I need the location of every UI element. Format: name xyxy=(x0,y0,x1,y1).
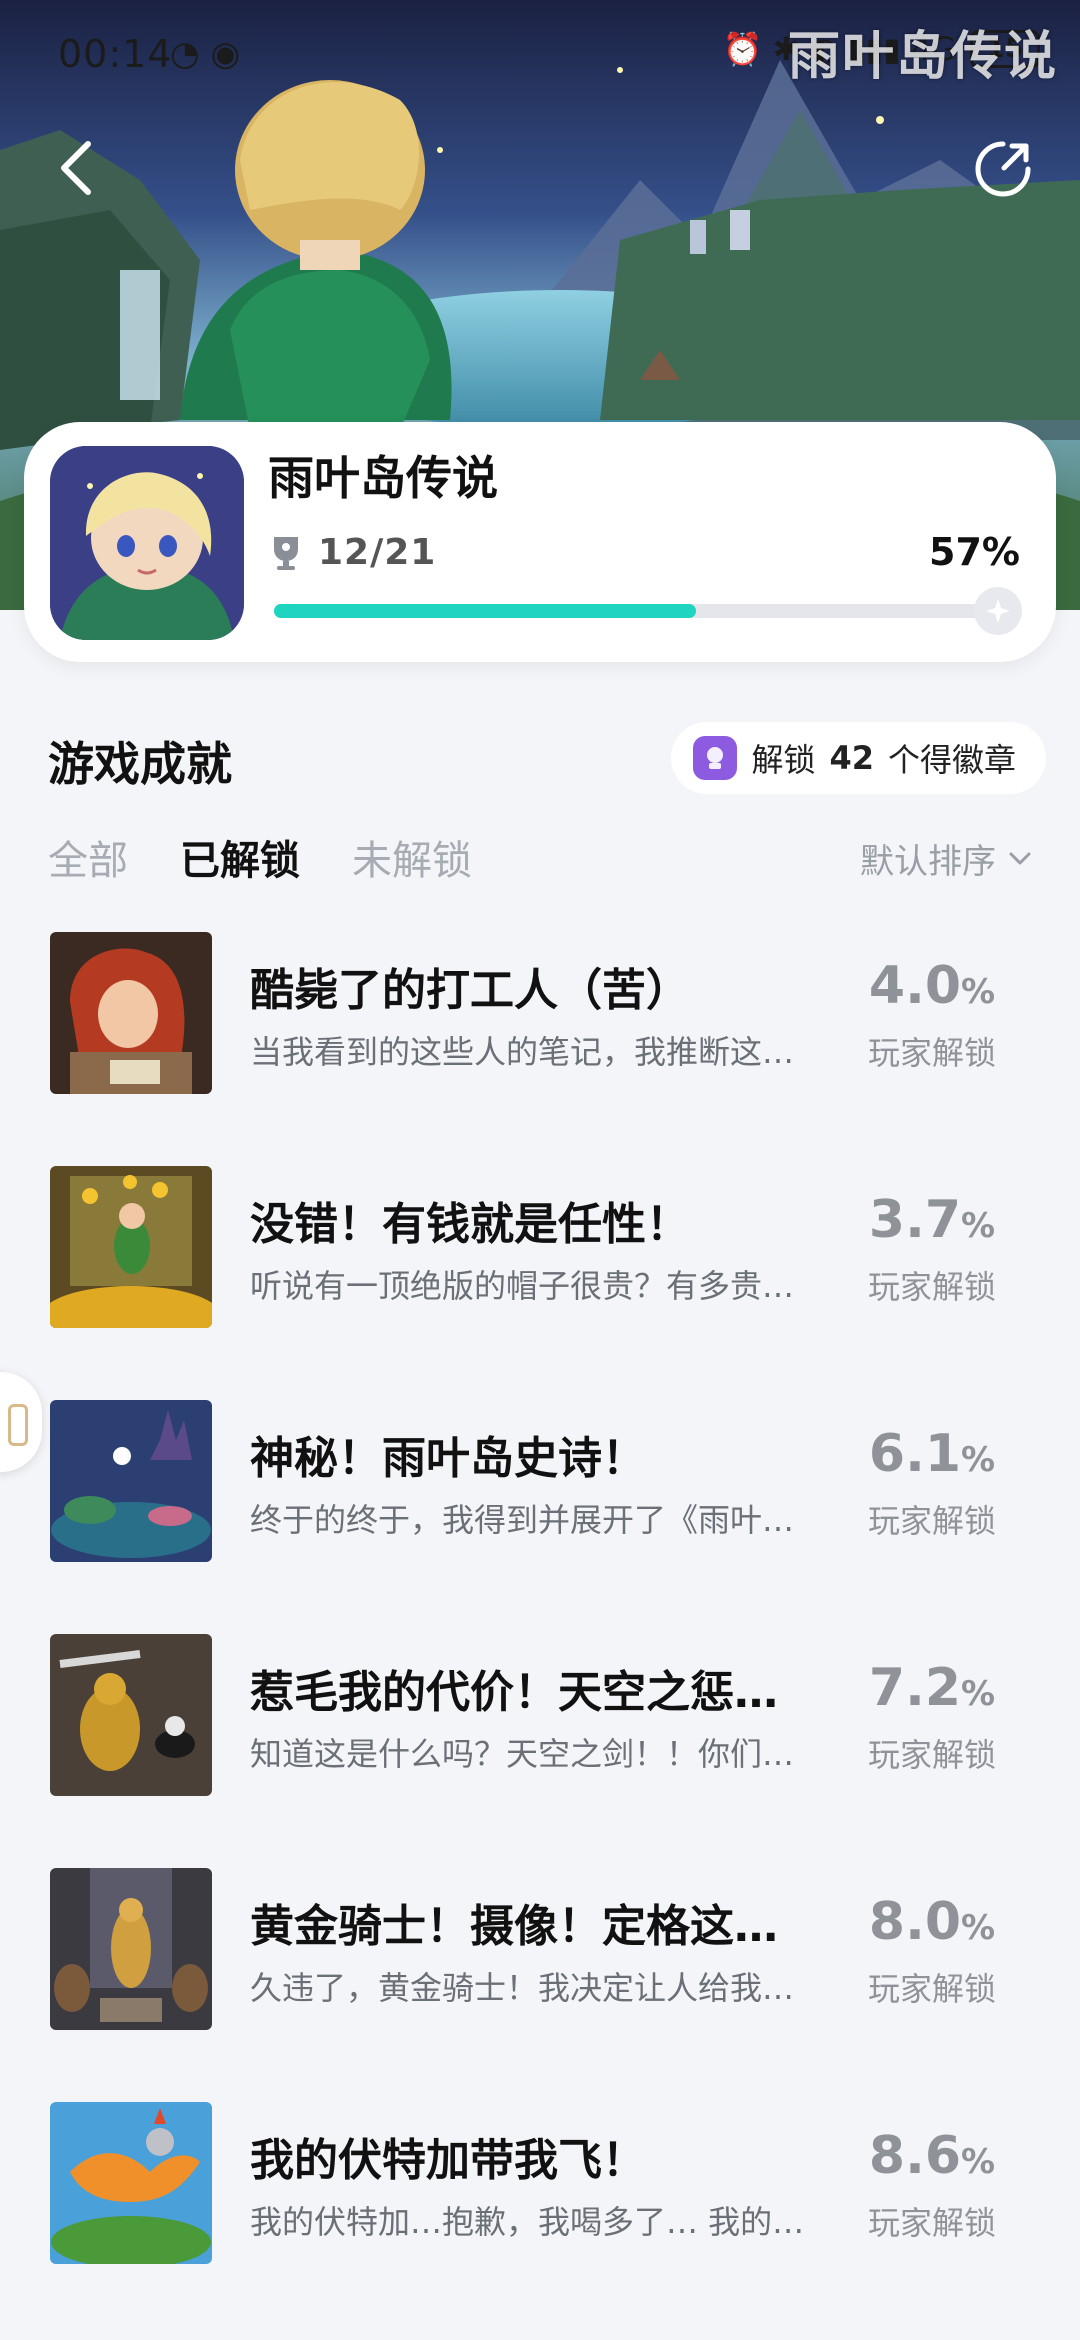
badge-icon xyxy=(693,736,738,780)
achievement-rate: 8.0% xyxy=(842,1892,1022,1952)
achievement-title: 惹毛我的代价！天空之惩… xyxy=(250,1667,778,1718)
tab-locked[interactable]: 未解锁 xyxy=(352,828,472,886)
achievement-thumbnail xyxy=(50,1634,212,1796)
sort-dropdown[interactable]: 默认排序 xyxy=(860,834,1032,883)
badge-suffix: 个得徽章 xyxy=(887,741,1016,779)
status-left-icons: ◔ ◉ xyxy=(170,34,241,74)
rate-suffix: % xyxy=(961,1440,996,1480)
section-title: 游戏成就 xyxy=(48,737,232,791)
achievement-title: 没错！有钱就是任性！ xyxy=(250,1199,690,1250)
achievement-item[interactable]: 神秘！雨叶岛史诗！ 终于的终于，我得到并展开了《雨叶… 6.1% 玩家解锁 xyxy=(0,1400,1080,1634)
progress-percent: 57% xyxy=(929,530,1020,574)
tab-unlocked[interactable]: 已解锁 xyxy=(180,828,300,886)
status-time: 00:14 xyxy=(58,32,173,76)
achievement-desc: 知道这是什么吗？天空之剑！！你们… xyxy=(250,1735,795,1773)
chevron-down-icon xyxy=(1009,852,1031,864)
achievement-desc: 当我看到的这些人的笔记，我推断这… xyxy=(250,1033,795,1071)
rate-value: 3.7 xyxy=(868,1190,962,1250)
achievement-count: 12/21 xyxy=(318,532,437,573)
back-button[interactable] xyxy=(46,132,106,204)
progress-bar xyxy=(274,587,1022,635)
game-summary-card: 雨叶岛传说 12/21 57% xyxy=(24,422,1056,662)
achievement-rate: 6.1% xyxy=(842,1424,1022,1484)
achievement-rate: 3.7% xyxy=(842,1190,1022,1250)
achievement-item[interactable]: 黄金骑士！摄像！定格这… 久违了，黄金骑士！我决定让人给我… 8.0% 玩家解锁 xyxy=(0,1868,1080,2102)
rate-suffix: % xyxy=(961,1206,996,1246)
chevron-left-icon xyxy=(61,141,91,195)
achievement-item[interactable]: 没错！有钱就是任性！ 听说有一顶绝版的帽子很贵？有多贵… 3.7% 玩家解锁 xyxy=(0,1166,1080,1400)
badge-prefix: 解锁 xyxy=(751,741,816,779)
achievement-desc: 听说有一顶绝版的帽子很贵？有多贵… xyxy=(250,1267,795,1305)
achievement-title: 酷毙了的打工人（苦） xyxy=(250,965,690,1016)
achievement-thumbnail xyxy=(50,1166,212,1328)
achievement-rate: 7.2% xyxy=(842,1658,1022,1718)
rate-label: 玩家解锁 xyxy=(867,1502,996,1540)
tab-all[interactable]: 全部 xyxy=(48,828,128,886)
rate-value: 6.1 xyxy=(868,1424,962,1484)
game-title: 雨叶岛传说 xyxy=(268,451,498,505)
sparkle-icon xyxy=(986,599,1010,623)
rate-suffix: % xyxy=(961,1908,996,1948)
achievement-desc: 终于的终于，我得到并展开了《雨叶… xyxy=(250,1501,795,1539)
achievement-title: 我的伏特加带我飞！ xyxy=(250,2135,646,2186)
trophy-row: 12/21 xyxy=(272,532,436,573)
achievement-thumbnail xyxy=(50,2102,212,2264)
achievement-item[interactable]: 我的伏特加带我飞！ 我的伏特加…抱歉，我喝多了… 我的… 8.6% 玩家解锁 xyxy=(0,2102,1080,2336)
trophy-icon xyxy=(274,536,298,570)
achievement-thumbnail xyxy=(50,932,212,1094)
badge-count: 42 xyxy=(829,739,874,777)
rate-suffix: % xyxy=(961,2142,996,2182)
rate-label: 玩家解锁 xyxy=(867,2204,996,2242)
share-button[interactable] xyxy=(970,136,1036,202)
achievement-list: 酷毙了的打工人（苦） 当我看到的这些人的笔记，我推断这… 4.0% 玩家解锁 没… xyxy=(0,932,1080,2336)
rate-value: 7.2 xyxy=(868,1658,962,1718)
achievement-rate: 8.6% xyxy=(842,2126,1022,2186)
achievement-rate: 4.0% xyxy=(842,956,1022,1016)
sort-label: 默认排序 xyxy=(860,842,996,882)
rate-suffix: % xyxy=(961,972,996,1012)
achievement-title: 黄金骑士！摄像！定格这… xyxy=(250,1901,778,1952)
achievement-desc: 我的伏特加…抱歉，我喝多了… 我的… xyxy=(250,2203,805,2241)
watermark: 雨叶岛传说 xyxy=(787,27,1058,87)
share-icon xyxy=(975,141,1031,197)
badge-unlock-pill[interactable]: 解锁 42 个得徽章 xyxy=(671,722,1046,794)
game-icon xyxy=(50,446,244,640)
rate-label: 玩家解锁 xyxy=(867,1736,996,1774)
rate-suffix: % xyxy=(961,1674,996,1714)
achievement-thumbnail xyxy=(50,1868,212,2030)
achievement-item[interactable]: 酷毙了的打工人（苦） 当我看到的这些人的笔记，我推断这… 4.0% 玩家解锁 xyxy=(0,932,1080,1166)
achievement-item[interactable]: 惹毛我的代价！天空之惩… 知道这是什么吗？天空之剑！！你们… 7.2% 玩家解锁 xyxy=(0,1634,1080,1868)
rate-value: 4.0 xyxy=(868,956,962,1016)
achievement-desc: 久违了，黄金骑士！我决定让人给我… xyxy=(250,1969,795,2007)
rate-value: 8.6 xyxy=(868,2126,962,2186)
rate-label: 玩家解锁 xyxy=(867,1970,996,2008)
rate-value: 8.0 xyxy=(868,1892,962,1952)
progress-end-badge xyxy=(974,587,1022,635)
rate-label: 玩家解锁 xyxy=(867,1268,996,1306)
progress-fill xyxy=(274,604,696,618)
filter-tabs: 全部 已解锁 未解锁 xyxy=(48,828,472,886)
achievement-thumbnail xyxy=(50,1400,212,1562)
achievement-title: 神秘！雨叶岛史诗！ xyxy=(250,1433,646,1484)
rate-label: 玩家解锁 xyxy=(867,1034,996,1072)
